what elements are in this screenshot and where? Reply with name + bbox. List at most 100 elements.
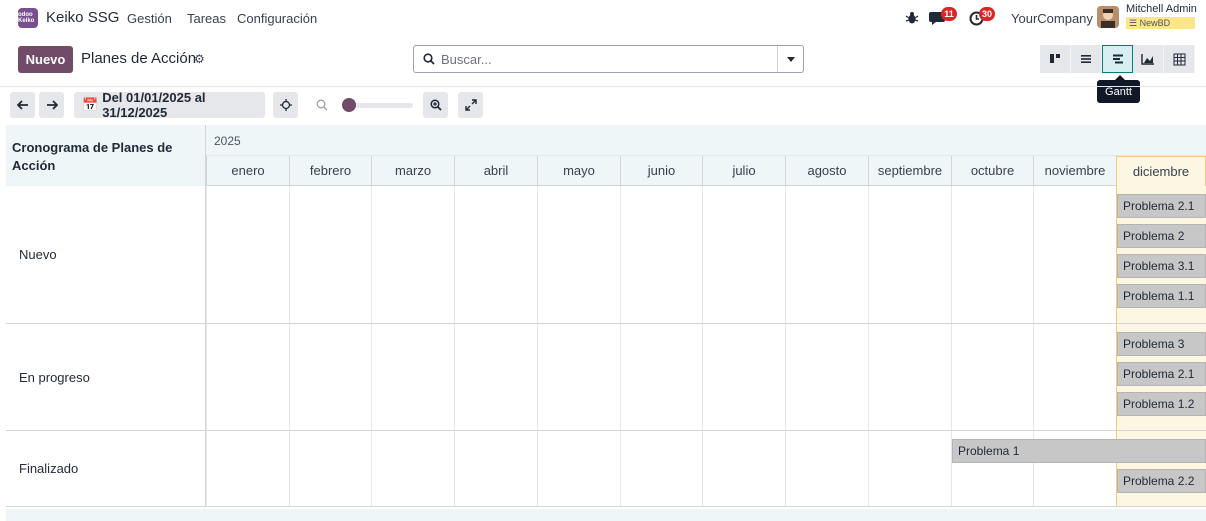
gantt-cell[interactable] xyxy=(206,431,289,506)
menu-item-configuracion[interactable]: Configuración xyxy=(237,11,317,26)
zoom-in-button[interactable] xyxy=(423,92,448,118)
arrow-right-icon xyxy=(46,100,58,110)
gantt-cell[interactable] xyxy=(785,186,868,323)
month-header-noviembre: noviembre xyxy=(1033,156,1116,186)
gantt-cell[interactable] xyxy=(785,431,868,506)
zoom-out-button[interactable] xyxy=(309,92,334,118)
gantt-cell[interactable] xyxy=(454,431,537,506)
gear-icon[interactable]: ⚙ xyxy=(194,52,205,66)
gantt-cell[interactable] xyxy=(206,186,289,323)
app-name[interactable]: Keiko SSG xyxy=(46,9,119,26)
kanban-view-button[interactable] xyxy=(1040,45,1071,73)
messages-chat-icon[interactable]: 11 xyxy=(929,7,957,29)
month-header-mayo: mayo xyxy=(537,156,620,186)
gantt-cell[interactable] xyxy=(620,186,702,323)
gantt-row-label[interactable]: Finalizado xyxy=(6,431,206,506)
zoom-out-icon xyxy=(316,99,327,111)
gantt-cell[interactable] xyxy=(868,324,951,430)
gantt-cell[interactable] xyxy=(868,431,951,506)
gantt-year: 2025 xyxy=(206,125,1206,156)
gantt-row: En progreso Problema 3 Problema 2.1 Problem… xyxy=(6,324,1206,431)
expand-button[interactable] xyxy=(458,92,483,118)
gantt-row-label[interactable]: En progreso xyxy=(6,324,206,430)
gantt-cell[interactable] xyxy=(1033,324,1116,430)
list-view-button[interactable] xyxy=(1071,45,1102,73)
gantt-pill[interactable]: Problema 1 xyxy=(952,439,1206,463)
pivot-view-button[interactable] xyxy=(1164,45,1195,73)
activities-clock-icon[interactable]: 30 xyxy=(969,7,996,29)
month-header-septiembre: septiembre xyxy=(868,156,951,186)
gantt-pill[interactable]: Problema 2.1 xyxy=(1117,362,1206,386)
app-logo[interactable]: odoo Keiko xyxy=(18,8,38,28)
expand-icon xyxy=(464,99,477,111)
gantt-cell[interactable] xyxy=(620,324,702,430)
gantt-cell[interactable] xyxy=(620,431,702,506)
database-badge: ☰ NewBD xyxy=(1126,17,1195,29)
calendar-icon: 📅 xyxy=(82,97,99,112)
month-header-julio: julio xyxy=(702,156,785,186)
gantt-cell[interactable] xyxy=(785,324,868,430)
search-input[interactable] xyxy=(441,51,771,67)
gantt-cell[interactable] xyxy=(951,186,1033,323)
divider xyxy=(0,86,1206,87)
date-range-button[interactable]: 📅 Del 01/01/2025 al 31/12/2025 xyxy=(74,90,265,120)
database-icon: ☰ xyxy=(1129,18,1140,28)
date-range-label: Del 01/01/2025 al 31/12/2025 xyxy=(102,90,206,120)
gantt-cell[interactable] xyxy=(1033,186,1116,323)
month-header-octubre: octubre xyxy=(951,156,1033,186)
avatar[interactable] xyxy=(1097,6,1119,28)
next-period-button[interactable] xyxy=(39,92,64,118)
gantt-cell[interactable] xyxy=(289,186,371,323)
gantt-cell[interactable] xyxy=(702,186,785,323)
focus-today-button[interactable] xyxy=(273,92,298,118)
gantt-cell[interactable] xyxy=(868,186,951,323)
month-header-agosto: agosto xyxy=(785,156,868,186)
new-button[interactable]: Nuevo xyxy=(18,46,73,73)
arrow-left-icon xyxy=(16,100,28,110)
gantt-pill[interactable]: Problema 1.1 xyxy=(1117,284,1206,308)
company-switcher[interactable]: YourCompany xyxy=(1011,11,1093,26)
gantt-pill[interactable]: Problema 3 xyxy=(1117,332,1206,356)
graph-view-button[interactable] xyxy=(1133,45,1164,73)
menu-item-tareas[interactable]: Tareas xyxy=(187,11,226,26)
zoom-in-icon xyxy=(429,99,442,111)
debug-bug-icon[interactable] xyxy=(905,11,919,28)
top-navbar: odoo Keiko Keiko SSG Gestión Tareas Conf… xyxy=(0,0,1206,36)
view-switcher xyxy=(1040,45,1197,73)
month-header-enero: enero xyxy=(206,156,289,186)
search-options-toggle[interactable] xyxy=(777,46,803,72)
pivot-view-icon xyxy=(1173,53,1185,65)
previous-period-button[interactable] xyxy=(10,92,35,118)
gantt-month-header: enero febrero marzo abril mayo junio julio agos… xyxy=(206,156,1206,186)
gantt-cell[interactable] xyxy=(951,324,1033,430)
gantt-cell[interactable] xyxy=(537,186,620,323)
zoom-slider-handle[interactable] xyxy=(342,98,356,112)
gantt-pill[interactable]: Problema 3.1 xyxy=(1117,254,1206,278)
gantt-cell[interactable] xyxy=(702,431,785,506)
caret-down-icon xyxy=(786,56,795,62)
gantt-header-title: Cronograma de Planes de Acción xyxy=(6,125,206,186)
gantt-cell[interactable] xyxy=(537,431,620,506)
gantt-cell[interactable] xyxy=(454,324,537,430)
month-header-marzo: marzo xyxy=(371,156,454,186)
gantt-cell[interactable] xyxy=(371,431,454,506)
messages-badge: 11 xyxy=(941,7,957,21)
gantt-pill[interactable]: Problema 2.1 xyxy=(1117,194,1206,218)
gantt-cell[interactable] xyxy=(371,324,454,430)
gantt-cell[interactable] xyxy=(206,324,289,430)
gantt-cell[interactable] xyxy=(537,324,620,430)
gantt-pill[interactable]: Problema 1.2 xyxy=(1117,392,1206,416)
gantt-row-label[interactable]: Nuevo xyxy=(6,186,206,323)
gantt-pill[interactable]: Problema 2 xyxy=(1117,224,1206,248)
gantt-cell[interactable] xyxy=(371,186,454,323)
gantt-view-button[interactable] xyxy=(1102,45,1133,73)
gantt-cell[interactable] xyxy=(702,324,785,430)
menu-item-gestion[interactable]: Gestión xyxy=(127,11,172,26)
gantt-pill[interactable]: Problema 2.2 xyxy=(1117,469,1206,493)
gantt-cell[interactable] xyxy=(289,324,371,430)
search-bar xyxy=(413,45,804,73)
gantt-cell[interactable] xyxy=(289,431,371,506)
gantt-cell[interactable] xyxy=(454,186,537,323)
user-name[interactable]: Mitchell Admin xyxy=(1126,3,1197,15)
graph-view-icon xyxy=(1141,54,1154,65)
